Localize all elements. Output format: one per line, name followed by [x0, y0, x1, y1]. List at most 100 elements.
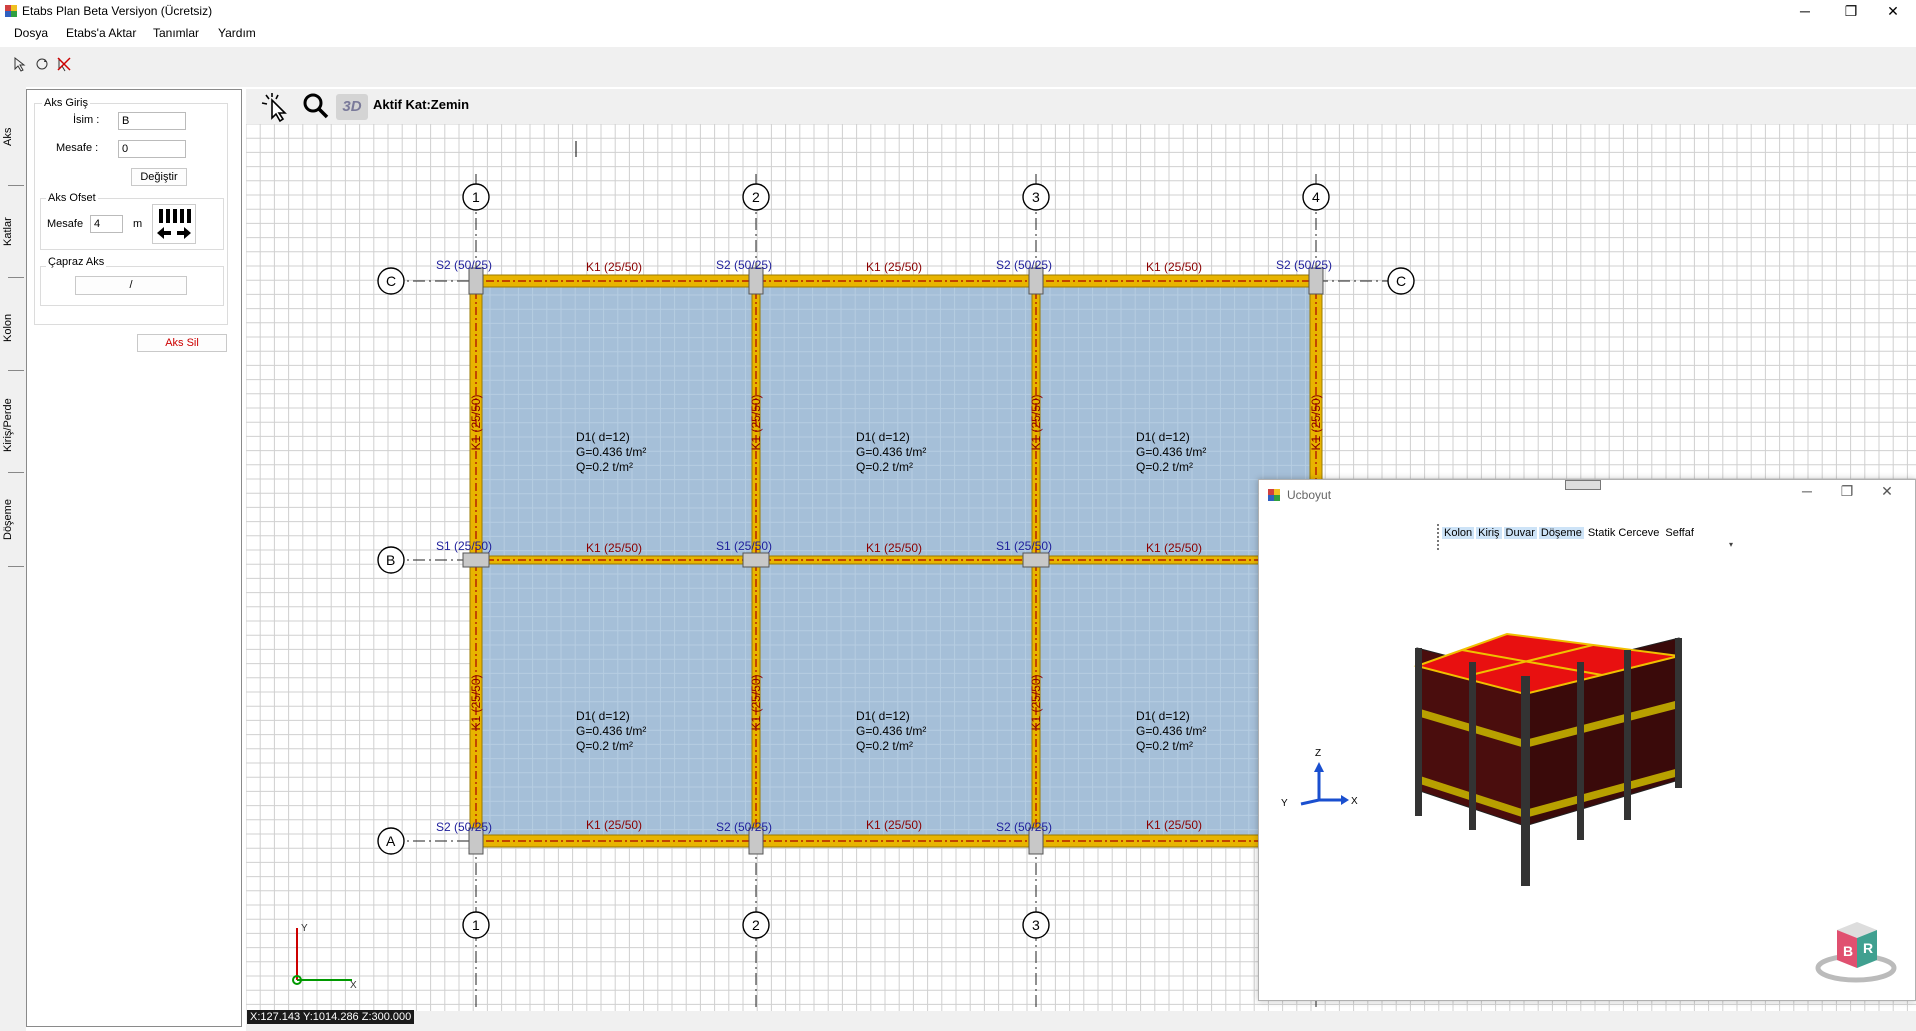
duvar-toggle[interactable]: Duvar	[1503, 527, 1537, 539]
plan-axis-x-label: X	[350, 980, 357, 991]
win3d-minimize-button[interactable]: ─	[1789, 483, 1825, 499]
beam-label: K1 (25/50)	[469, 394, 483, 450]
seffaf-toggle[interactable]: Seffaf	[1663, 527, 1696, 539]
menu-dosya[interactable]: Dosya	[14, 26, 48, 40]
slab-label: G=0.436 t/m²	[576, 445, 646, 459]
slab-label: G=0.436 t/m²	[576, 724, 646, 738]
slab-label: Q=0.2 t/m²	[1136, 739, 1193, 753]
tab-divider	[8, 566, 24, 567]
degistir-button[interactable]: Değiştir	[131, 168, 187, 186]
beam-label: K1 (25/50)	[469, 674, 483, 730]
coordinate-readout: X:127.143 Y:1014.286 Z:300.000	[247, 1010, 415, 1024]
axis-bubble-label: B	[386, 552, 395, 568]
slab-panel[interactable]	[480, 285, 752, 556]
column-label: S2 (50/25)	[436, 258, 492, 272]
beam-label: K1 (25/50)	[1309, 394, 1323, 450]
column-label: S2 (50/25)	[716, 820, 772, 834]
beam-label: K1 (25/50)	[866, 541, 922, 555]
kiris-toggle[interactable]: Kiriş	[1476, 527, 1502, 539]
beam-label: K1 (25/50)	[1029, 394, 1043, 450]
active-floor-label: Aktif Kat:Zemin	[373, 97, 470, 112]
slab-label: D1( d=12)	[1136, 709, 1190, 723]
slab-label: G=0.436 t/m²	[856, 445, 926, 459]
refresh-icon[interactable]	[34, 56, 50, 72]
win3d-maximize-button[interactable]: ❐	[1829, 483, 1865, 500]
column[interactable]	[462, 552, 490, 568]
view-3d-window[interactable]: Ucboyut ─ ❐ ✕ Kolon Kiriş Duvar Döşeme S…	[1258, 479, 1916, 1001]
offset-axis-icon[interactable]	[152, 204, 196, 244]
window-title: Etabs Plan Beta Versiyon (Ücretsiz)	[22, 4, 213, 18]
tab-kolon[interactable]: Kolon	[2, 308, 24, 348]
axis-bubble-label: 1	[472, 189, 480, 205]
tab-divider	[8, 277, 24, 278]
tab-divider	[8, 185, 24, 186]
menu-tanimlar[interactable]: Tanımlar	[153, 26, 199, 40]
doseme-toggle[interactable]: Döşeme	[1538, 527, 1584, 539]
tab-katlar[interactable]: Katlar	[2, 212, 24, 252]
maximize-button[interactable]: ❐	[1828, 0, 1874, 22]
menu-etabs-aktar[interactable]: Etabs'a Aktar	[66, 26, 136, 40]
beam-label: K1 (25/50)	[586, 541, 642, 555]
column-label: S1 (25/50)	[436, 539, 492, 553]
slab-label: Q=0.2 t/m²	[1136, 460, 1193, 474]
beam-label: K1 (25/50)	[1146, 818, 1202, 832]
slab-label: D1( d=12)	[576, 709, 630, 723]
beam-label: K1 (25/50)	[1029, 674, 1043, 730]
isim-input[interactable]: B	[118, 112, 186, 130]
beam-label: K1 (25/50)	[1146, 260, 1202, 274]
column-label: S1 (25/50)	[716, 539, 772, 553]
menu-yardim[interactable]: Yardım	[218, 26, 256, 40]
axis-bubble-label: 3	[1032, 917, 1040, 933]
ofset-unit: m	[133, 218, 143, 230]
aks-giris-title: Aks Giriş	[42, 97, 90, 109]
slab-label: G=0.436 t/m²	[856, 724, 926, 738]
beam-label: K1 (25/50)	[749, 674, 763, 730]
beam-label: K1 (25/50)	[1146, 541, 1202, 555]
axis-bubble-label: 2	[752, 917, 760, 933]
kolon-toggle[interactable]: Kolon	[1442, 527, 1475, 539]
menu-bar	[0, 22, 1916, 44]
beam-label: K1 (25/50)	[749, 394, 763, 450]
column[interactable]	[1022, 552, 1050, 568]
capraz-aks-title: Çapraz Aks	[46, 256, 107, 268]
slab-panel[interactable]	[760, 285, 1032, 556]
aks-sil-button[interactable]: Aks Sil	[137, 334, 227, 352]
select-pointer-icon[interactable]	[12, 56, 28, 72]
statik-cerceve-toggle[interactable]: Statik Cerceve	[1586, 527, 1662, 539]
tab-aks[interactable]: Aks	[2, 122, 24, 152]
beam-label: K1 (25/50)	[586, 818, 642, 832]
slab-label: G=0.436 t/m²	[1136, 724, 1206, 738]
minimize-button[interactable]: ─	[1782, 0, 1828, 22]
tab-divider	[8, 472, 24, 473]
mesafe-label: Mesafe :	[56, 142, 99, 154]
cancel-select-icon[interactable]	[56, 56, 72, 72]
win3d-app-icon	[1268, 489, 1280, 501]
view-cube-icon[interactable]	[1815, 920, 1897, 984]
capraz-aks-button[interactable]: /	[75, 276, 187, 295]
axis-bubble-label: 3	[1032, 189, 1040, 205]
tab-kiris-perde[interactable]: Kiriş/Perde	[2, 390, 24, 460]
tab-doseme[interactable]: Döşeme	[2, 495, 24, 545]
select-tool-icon[interactable]	[258, 91, 292, 123]
mesafe-input[interactable]: 0	[118, 140, 186, 158]
axis-bubble-label: 2	[752, 189, 760, 205]
slab-panel[interactable]	[760, 564, 1032, 837]
column-label: S1 (25/50)	[996, 539, 1052, 553]
column[interactable]	[742, 552, 770, 568]
axis-bubble-label: 4	[1312, 189, 1320, 205]
slab-panel[interactable]	[480, 564, 752, 837]
close-button[interactable]: ✕	[1870, 0, 1916, 22]
ofset-input[interactable]: 4	[90, 215, 123, 233]
column-label: S2 (50/25)	[996, 820, 1052, 834]
building-3d-model[interactable]	[1409, 630, 1729, 890]
win3d-close-button[interactable]: ✕	[1869, 483, 1905, 500]
zoom-search-icon[interactable]	[302, 92, 330, 120]
slab-label: D1( d=12)	[856, 430, 910, 444]
view-3d-button[interactable]: 3D	[336, 94, 368, 120]
column-label: S2 (50/25)	[1276, 258, 1332, 272]
title-bar	[0, 0, 1916, 22]
aks-ofset-title: Aks Ofset	[46, 192, 98, 204]
dock-handle[interactable]	[1565, 480, 1601, 490]
toolbar-overflow-icon[interactable]: ▾	[1729, 540, 1733, 549]
axis-bubble-label: 1	[472, 917, 480, 933]
